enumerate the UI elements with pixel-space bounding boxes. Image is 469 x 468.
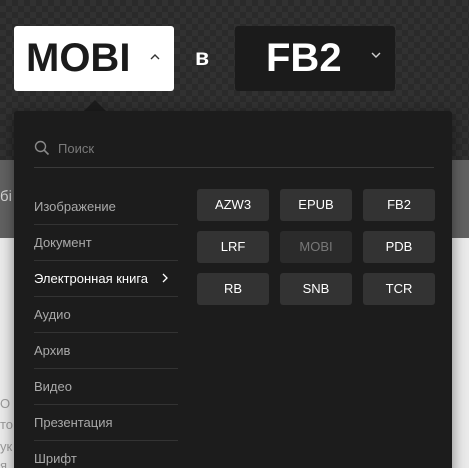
category-label: Архив	[34, 343, 71, 358]
category-label: Аудио	[34, 307, 71, 322]
category-item-archive[interactable]: Архив	[34, 333, 178, 369]
category-item-font[interactable]: Шрифт	[34, 441, 178, 468]
background-text-fragment: О	[0, 396, 11, 411]
category-item-presentation[interactable]: Презентация	[34, 405, 178, 441]
background-text-fragment: бі	[0, 188, 12, 205]
search-input[interactable]	[58, 140, 418, 156]
category-label: Электронная книга	[34, 271, 149, 286]
format-dropdown: Изображение Документ Электронная книга А…	[14, 111, 452, 468]
separator-label: в	[195, 44, 210, 70]
format-grid: AZW3 EPUB FB2 LRF MOBI PDB RB SNB TCR	[197, 189, 437, 305]
category-label: Видео	[34, 379, 72, 394]
source-format-select[interactable]: MOBI	[14, 26, 174, 91]
format-button-tcr[interactable]: TCR	[363, 273, 435, 305]
category-label: Документ	[34, 235, 92, 250]
category-item-audio[interactable]: Аудио	[34, 297, 178, 333]
format-button-azw3[interactable]: AZW3	[197, 189, 269, 221]
format-button-fb2[interactable]: FB2	[363, 189, 435, 221]
background-text-fragment: я	[0, 458, 8, 468]
category-item-document[interactable]: Документ	[34, 225, 178, 261]
format-button-snb[interactable]: SNB	[280, 273, 352, 305]
dropdown-pointer	[84, 100, 106, 111]
format-button-rb[interactable]: RB	[197, 273, 269, 305]
search-bar	[34, 133, 434, 163]
category-item-ebook[interactable]: Электронная книга	[34, 261, 178, 297]
chevron-up-icon	[150, 54, 160, 60]
target-format-select[interactable]: FB2	[235, 26, 395, 91]
target-format-value: FB2	[266, 36, 342, 80]
format-button-epub[interactable]: EPUB	[280, 189, 352, 221]
chevron-down-icon	[371, 52, 381, 58]
category-label: Презентация	[34, 415, 113, 430]
background-text-fragment: ук	[0, 439, 13, 454]
format-button-mobi: MOBI	[280, 231, 352, 263]
search-icon	[34, 140, 50, 156]
format-button-lrf[interactable]: LRF	[197, 231, 269, 263]
category-item-video[interactable]: Видео	[34, 369, 178, 405]
category-list: Изображение Документ Электронная книга А…	[34, 189, 178, 468]
category-label: Изображение	[34, 199, 116, 214]
background-text-fragment: то	[0, 417, 14, 432]
chevron-right-icon	[162, 273, 168, 283]
source-format-value: MOBI	[26, 36, 131, 80]
format-button-pdb[interactable]: PDB	[363, 231, 435, 263]
search-divider	[34, 167, 434, 168]
category-item-image[interactable]: Изображение	[34, 189, 178, 225]
category-label: Шрифт	[34, 451, 77, 466]
